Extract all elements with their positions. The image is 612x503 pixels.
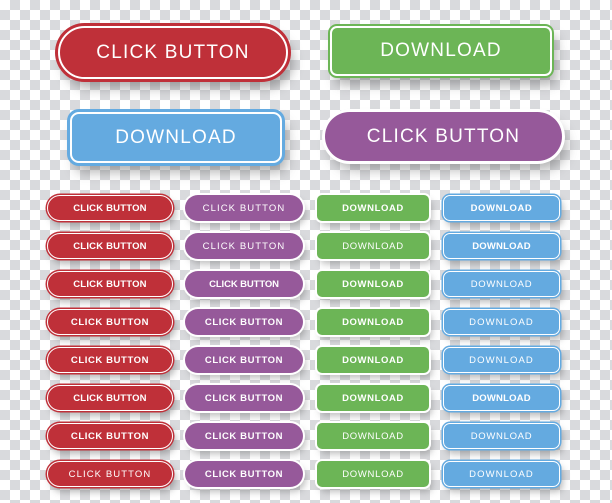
button-label: DOWNLOAD <box>342 354 404 366</box>
button-label: CLICK BUTTON <box>204 354 284 366</box>
grid-button-green-1[interactable]: DOWNLOAD <box>317 195 429 221</box>
grid-button-blue-3[interactable]: DOWNLOAD <box>443 271 560 297</box>
button-label: CLICK BUTTON <box>202 240 286 252</box>
button-label: CLICK BUTTON <box>70 316 150 328</box>
button-label: DOWNLOAD <box>380 40 502 61</box>
button-label: CLICK BUTTON <box>202 202 286 214</box>
grid-button-green-6[interactable]: DOWNLOAD <box>317 385 429 411</box>
button-label: CLICK BUTTON <box>73 392 147 404</box>
button-label: DOWNLOAD <box>342 392 404 404</box>
button-label: DOWNLOAD <box>470 430 533 442</box>
grid-button-blue-7[interactable]: DOWNLOAD <box>443 423 560 449</box>
button-label: DOWNLOAD <box>342 316 404 328</box>
button-label: CLICK BUTTON <box>73 240 147 252</box>
button-label: CLICK BUTTON <box>204 430 284 442</box>
grid-button-red-1[interactable]: CLICK BUTTON <box>47 195 173 221</box>
grid-button-red-3[interactable]: CLICK BUTTON <box>47 271 173 297</box>
grid-button-red-5[interactable]: CLICK BUTTON <box>47 347 173 373</box>
grid-button-red-7[interactable]: CLICK BUTTON <box>47 423 173 449</box>
grid-button-blue-6[interactable]: DOWNLOAD <box>443 385 560 411</box>
button-label: DOWNLOAD <box>472 240 531 252</box>
grid-button-purple-3[interactable]: CLICK BUTTON <box>185 271 303 297</box>
button-label: DOWNLOAD <box>342 430 404 442</box>
button-label: DOWNLOAD <box>342 468 404 480</box>
button-label: CLICK BUTTON <box>204 468 284 480</box>
button-label: DOWNLOAD <box>470 278 533 290</box>
button-label: DOWNLOAD <box>469 468 534 480</box>
button-label: CLICK BUTTON <box>70 354 150 366</box>
button-label: DOWNLOAD <box>472 392 531 404</box>
grid-button-blue-2[interactable]: DOWNLOAD <box>443 233 560 259</box>
button-label: CLICK BUTTON <box>96 41 250 63</box>
grid-button-purple-2[interactable]: CLICK BUTTON <box>185 233 303 259</box>
button-label: DOWNLOAD <box>342 278 404 290</box>
button-label: CLICK BUTTON <box>204 316 284 328</box>
grid-button-purple-5[interactable]: CLICK BUTTON <box>185 347 303 373</box>
button-label: CLICK BUTTON <box>73 278 147 290</box>
button-label: CLICK BUTTON <box>68 468 152 480</box>
button-label: DOWNLOAD <box>115 126 237 148</box>
grid-button-green-2[interactable]: DOWNLOAD <box>317 233 429 259</box>
grid-button-purple-6[interactable]: CLICK BUTTON <box>185 385 303 411</box>
grid-button-blue-5[interactable]: DOWNLOAD <box>443 347 560 373</box>
grid-button-red-6[interactable]: CLICK BUTTON <box>47 385 173 411</box>
button-label: DOWNLOAD <box>342 202 404 214</box>
button-label: CLICK BUTTON <box>209 278 279 290</box>
button-label: CLICK BUTTON <box>204 392 284 404</box>
button-label: CLICK BUTTON <box>366 125 521 147</box>
button-label: DOWNLOAD <box>470 202 533 214</box>
grid-button-purple-8[interactable]: CLICK BUTTON <box>185 461 303 487</box>
hero-click-button-red[interactable]: CLICK BUTTON <box>58 26 288 79</box>
button-label: DOWNLOAD <box>469 354 534 366</box>
grid-button-blue-4[interactable]: DOWNLOAD <box>443 309 560 335</box>
grid-button-green-3[interactable]: DOWNLOAD <box>317 271 429 297</box>
button-set-canvas: CLICK BUTTON DOWNLOAD DOWNLOAD CLICK BUT… <box>0 0 612 503</box>
grid-button-red-4[interactable]: CLICK BUTTON <box>47 309 173 335</box>
grid-button-green-5[interactable]: DOWNLOAD <box>317 347 429 373</box>
grid-button-blue-8[interactable]: DOWNLOAD <box>443 461 560 487</box>
grid-button-red-2[interactable]: CLICK BUTTON <box>47 233 173 259</box>
hero-click-button-purple[interactable]: CLICK BUTTON <box>325 112 562 161</box>
button-label: CLICK BUTTON <box>70 430 150 442</box>
button-label: CLICK BUTTON <box>73 202 147 214</box>
grid-button-purple-4[interactable]: CLICK BUTTON <box>185 309 303 335</box>
hero-download-button-blue[interactable]: DOWNLOAD <box>70 112 282 163</box>
button-label: DOWNLOAD <box>469 316 534 328</box>
grid-button-purple-1[interactable]: CLICK BUTTON <box>185 195 303 221</box>
button-label: DOWNLOAD <box>342 240 404 252</box>
grid-button-blue-1[interactable]: DOWNLOAD <box>443 195 560 221</box>
grid-button-red-8[interactable]: CLICK BUTTON <box>47 461 173 487</box>
grid-button-green-8[interactable]: DOWNLOAD <box>317 461 429 487</box>
grid-button-purple-7[interactable]: CLICK BUTTON <box>185 423 303 449</box>
grid-button-green-7[interactable]: DOWNLOAD <box>317 423 429 449</box>
hero-download-button-green[interactable]: DOWNLOAD <box>330 26 552 76</box>
grid-button-green-4[interactable]: DOWNLOAD <box>317 309 429 335</box>
